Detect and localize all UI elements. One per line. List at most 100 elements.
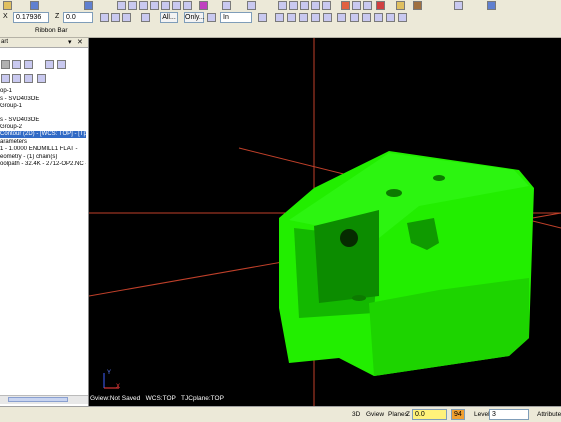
tool-icon[interactable] bbox=[128, 1, 137, 10]
status-3d[interactable]: 3D bbox=[352, 410, 360, 419]
z-depth-input[interactable]: 0.0 bbox=[63, 12, 93, 23]
status-gview[interactable]: Gview bbox=[366, 410, 384, 419]
mode-select[interactable]: In bbox=[220, 12, 252, 23]
tree-item-selected[interactable]: Contour (2D) - [WCS: TOP] - [Tplane: T bbox=[0, 131, 86, 138]
tool-icon[interactable] bbox=[199, 1, 208, 10]
tool-icon[interactable] bbox=[222, 1, 231, 10]
part-pocket bbox=[314, 210, 379, 303]
select-all-button[interactable]: All... bbox=[160, 12, 178, 23]
tool-icon[interactable] bbox=[413, 1, 422, 10]
tool-icon[interactable] bbox=[84, 1, 93, 10]
regenerate-icon[interactable] bbox=[24, 60, 33, 69]
tool-icon[interactable] bbox=[311, 13, 320, 22]
status-z-input[interactable]: 0.0 bbox=[412, 409, 447, 420]
tree-item[interactable]: arameters bbox=[0, 139, 86, 146]
x-axis-label: X bbox=[3, 13, 8, 20]
tool-icon[interactable] bbox=[350, 13, 359, 22]
panel-header: art ▾ ✕ bbox=[0, 38, 88, 48]
tool-icon[interactable] bbox=[386, 13, 395, 22]
tool-icon[interactable] bbox=[362, 13, 371, 22]
tool-icon[interactable] bbox=[337, 13, 346, 22]
tool-icon[interactable] bbox=[122, 13, 131, 22]
status-color-swatch[interactable]: 94 bbox=[451, 409, 465, 420]
tool-icon[interactable] bbox=[183, 1, 192, 10]
ribbon-bar: Ribbon Bar bbox=[0, 25, 561, 38]
status-level-label: Level bbox=[474, 411, 490, 418]
part-hole-top bbox=[386, 189, 402, 197]
status-planes[interactable]: Planes bbox=[388, 410, 408, 419]
tool-icon[interactable] bbox=[311, 1, 320, 10]
tool-icon[interactable] bbox=[161, 1, 170, 10]
tree-item[interactable]: 1 - 1.0000 ENDMILL1 FLAT - bbox=[0, 146, 86, 153]
tool-icon[interactable] bbox=[299, 13, 308, 22]
panel-toolbar-1 bbox=[0, 59, 88, 70]
tool-icon[interactable] bbox=[287, 13, 296, 22]
tool-icon[interactable] bbox=[300, 1, 309, 10]
status-z-label: Z bbox=[406, 411, 410, 418]
select-all-ops-icon[interactable] bbox=[1, 60, 10, 69]
tool-icon[interactable] bbox=[322, 1, 331, 10]
view-info-overlay: Gview:Not Saved WCS:TOP TJCplane:TOP bbox=[90, 395, 224, 402]
status-level-input[interactable]: 3 bbox=[489, 409, 529, 420]
tool-icon[interactable] bbox=[323, 13, 332, 22]
tool-icon[interactable] bbox=[3, 1, 12, 10]
tool-icon[interactable] bbox=[258, 13, 267, 22]
tool-icon[interactable] bbox=[117, 1, 126, 10]
tool-icon[interactable] bbox=[374, 13, 383, 22]
tool-icon[interactable] bbox=[275, 13, 284, 22]
tool-icon[interactable] bbox=[172, 1, 181, 10]
horizontal-scrollbar[interactable] bbox=[0, 395, 88, 404]
panel-tab-label[interactable]: art bbox=[1, 39, 8, 45]
tool-icon[interactable] bbox=[363, 1, 372, 10]
tool-icon[interactable] bbox=[111, 13, 120, 22]
move-down-icon[interactable] bbox=[12, 74, 21, 83]
tool-icon[interactable] bbox=[30, 1, 39, 10]
tool-icon[interactable] bbox=[207, 13, 216, 22]
panel-dropdown-icon[interactable]: ▾ bbox=[68, 38, 72, 46]
part-hole-top bbox=[433, 175, 445, 181]
tree-item[interactable]: Group-2 bbox=[0, 124, 86, 131]
tool-icon[interactable] bbox=[150, 1, 159, 10]
tool-icon[interactable] bbox=[247, 1, 256, 10]
tree-item[interactable]: s - SVD403OE bbox=[0, 117, 86, 124]
tool-icon[interactable] bbox=[341, 1, 350, 10]
tree-item[interactable]: Group-1 bbox=[0, 103, 86, 110]
graphics-viewport[interactable]: Y X Gview:Not Saved WCS:TOP TJCplane:TOP bbox=[89, 38, 561, 406]
tool-icon[interactable] bbox=[289, 1, 298, 10]
panel-toolbar-2 bbox=[0, 73, 88, 84]
display-toggle-icon[interactable] bbox=[37, 74, 46, 83]
tree-item[interactable]: oolpath - 32.4K - 2712-OP2.NC - Progr bbox=[0, 161, 86, 168]
axis-x-label: X bbox=[116, 384, 121, 390]
part-hole bbox=[340, 229, 358, 247]
z-label: Z bbox=[55, 13, 60, 20]
toolpath-icon[interactable] bbox=[12, 60, 21, 69]
tool-icon[interactable] bbox=[454, 1, 463, 10]
tool-icon[interactable] bbox=[139, 1, 148, 10]
tool-icon[interactable] bbox=[376, 1, 385, 10]
tree-item[interactable]: eometry - (1) chain(s) bbox=[0, 154, 86, 161]
move-up-icon[interactable] bbox=[1, 74, 10, 83]
operations-tree: op-1 s - SVD403OE Group-1 s - SVD403OE G… bbox=[0, 88, 88, 178]
tool-icon[interactable] bbox=[141, 13, 150, 22]
ribbon-bar-label: Ribbon Bar bbox=[35, 27, 68, 34]
axis-y-label: Y bbox=[107, 370, 112, 376]
tool-icon[interactable] bbox=[278, 1, 287, 10]
status-attributes[interactable]: Attributes bbox=[537, 410, 561, 419]
verify-icon[interactable] bbox=[57, 60, 66, 69]
tool-icon[interactable] bbox=[100, 13, 109, 22]
part-hole-bottom bbox=[352, 295, 366, 301]
insert-arrow-icon[interactable] bbox=[24, 74, 33, 83]
select-only-button[interactable]: Only... bbox=[184, 12, 205, 23]
close-icon[interactable]: ✕ bbox=[77, 38, 83, 46]
coord-input[interactable]: 0.17936 bbox=[13, 12, 49, 23]
part-view bbox=[89, 38, 561, 406]
tree-item[interactable]: op-1 bbox=[0, 88, 86, 95]
tool-icon[interactable] bbox=[352, 1, 361, 10]
tree-item[interactable]: s - SVD403OE bbox=[0, 96, 86, 103]
backplot-icon[interactable] bbox=[45, 60, 54, 69]
tool-icon[interactable] bbox=[487, 1, 496, 10]
tool-icon[interactable] bbox=[398, 13, 407, 22]
scrollbar-thumb[interactable] bbox=[8, 397, 68, 402]
operations-panel: art ▾ ✕ op-1 s - SVD403OE Group-1 s - SV… bbox=[0, 38, 89, 408]
tool-icon[interactable] bbox=[396, 1, 405, 10]
